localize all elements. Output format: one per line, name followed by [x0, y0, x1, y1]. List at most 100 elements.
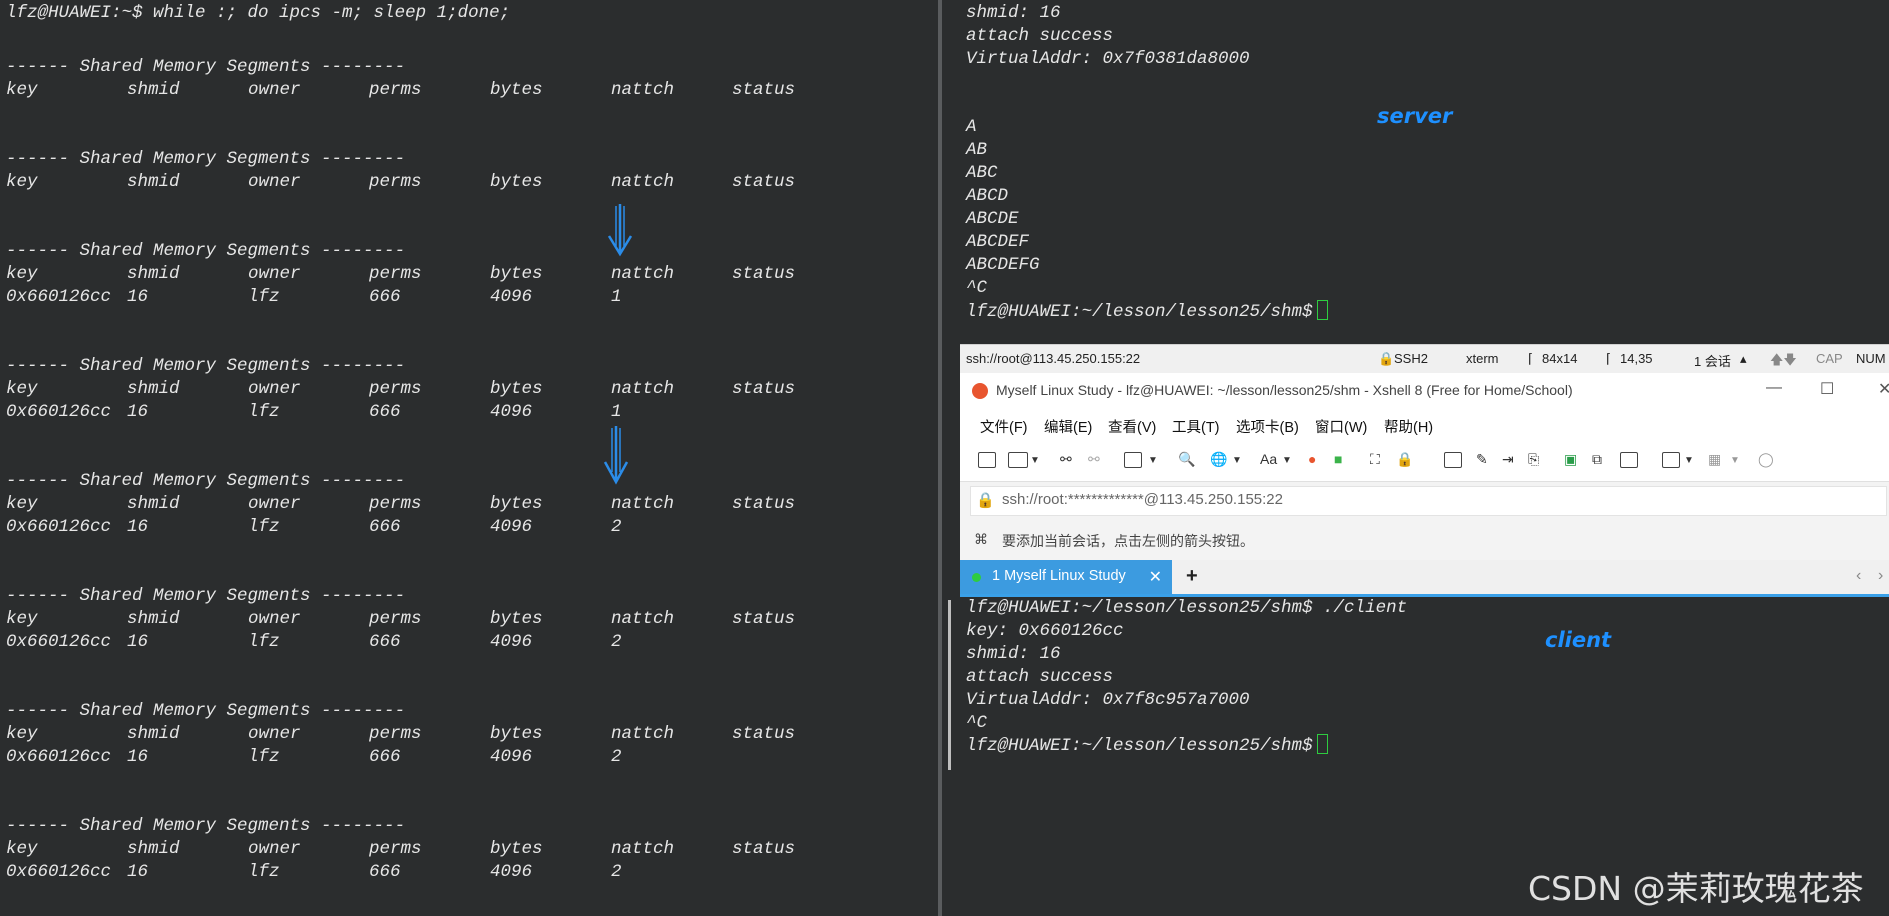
close-tab-icon[interactable]: ✕ — [1149, 567, 1162, 587]
lock-icon[interactable]: 🔒 — [1396, 451, 1413, 468]
column-header: status — [732, 264, 796, 284]
scrollbar-thumb[interactable] — [948, 600, 951, 770]
table-cell: 16 — [127, 862, 149, 882]
column-header: shmid — [127, 609, 180, 629]
maximize-icon[interactable]: ☐ — [1820, 379, 1834, 399]
table-row: 0x660126cc 16 lfz 666 4096 1 — [0, 286, 900, 309]
add-tab-button[interactable]: + — [1186, 565, 1198, 588]
compose-icon[interactable]: ✎ — [1476, 451, 1488, 468]
minimize-icon[interactable]: — — [1766, 379, 1782, 397]
left-terminal[interactable]: lfz@HUAWEI:~$ while :; do ipcs -m; sleep… — [0, 0, 938, 916]
xshell-app-icon — [972, 383, 988, 399]
column-header: owner — [248, 80, 301, 100]
add-session-icon[interactable]: ⌘ — [974, 531, 988, 548]
table-cell: 4096 — [490, 287, 533, 307]
table-row: 0x660126cc 16 lfz 666 4096 2 — [0, 746, 900, 769]
column-header: owner — [248, 172, 301, 192]
transfer-icon[interactable]: ⇥ — [1502, 451, 1514, 468]
menu-view[interactable]: 查看(V) — [1108, 416, 1156, 437]
column-header: perms — [369, 609, 422, 629]
font-button[interactable]: Aa — [1260, 451, 1277, 467]
notes-icon[interactable] — [1620, 452, 1638, 468]
layout-icon[interactable]: ▦ — [1708, 451, 1721, 468]
tab-scroll-right-icon[interactable]: › — [1878, 567, 1883, 585]
connected-status-icon — [972, 573, 981, 582]
chevron-down-icon[interactable]: ▼ — [1030, 455, 1040, 466]
server-prompt-line: lfz@HUAWEI:~/lesson/lesson25/shm$ — [966, 300, 1328, 323]
segments-header: ------ Shared Memory Segments -------- — [6, 586, 406, 606]
menu-bar: 文件(F) 编辑(E) 查看(V) 工具(T) 选项卡(B) 窗口(W) 帮助(… — [960, 409, 1889, 441]
column-header: shmid — [127, 839, 180, 859]
unlink-icon[interactable]: ⚯ — [1088, 451, 1100, 468]
help-icon[interactable]: ◯ — [1758, 451, 1774, 468]
xshell-logo-icon[interactable]: ● — [1308, 451, 1316, 467]
script-icon[interactable]: ⎘ — [1528, 451, 1539, 468]
table-cell: 2 — [611, 632, 622, 652]
menu-tools[interactable]: 工具(T) — [1172, 416, 1220, 437]
chevron-down-icon[interactable]: ▼ — [1730, 455, 1740, 466]
column-header: status — [732, 839, 796, 859]
server-output-line: ABCDEF — [966, 232, 1030, 252]
link-icon[interactable]: ⚯ — [1060, 451, 1072, 468]
column-header: nattch — [611, 264, 675, 284]
globe-icon[interactable]: 🌐 — [1210, 451, 1227, 468]
column-header: owner — [248, 494, 301, 514]
table-cell: 0x660126cc — [6, 862, 112, 882]
column-header: owner — [248, 724, 301, 744]
column-header: bytes — [490, 724, 543, 744]
fullscreen-icon[interactable]: ⛶ — [1370, 451, 1380, 468]
search-icon[interactable]: 🔍 — [1178, 451, 1195, 468]
column-header: bytes — [490, 494, 543, 514]
segments-header: ------ Shared Memory Segments -------- — [6, 356, 406, 376]
down-arrow-icon — [607, 204, 633, 257]
up-down-arrows-icon[interactable]: 🡅🡇 — [1770, 351, 1797, 373]
menu-window[interactable]: 窗口(W) — [1315, 416, 1367, 437]
close-icon[interactable]: ✕ — [1878, 379, 1889, 399]
table-cell: 0x660126cc — [6, 402, 112, 422]
new-session-icon[interactable] — [978, 452, 996, 468]
server-output-line: A — [966, 117, 977, 137]
segments-header: ------ Shared Memory Segments -------- — [6, 241, 406, 261]
column-headers: key shmid owner perms bytes nattch status — [0, 608, 900, 631]
status-connection: ssh://root@113.45.250.155:22 — [966, 351, 1141, 366]
address-text: ssh://root:*************@113.45.250.155:… — [1002, 491, 1283, 508]
copy-icon[interactable]: ⧉ — [1592, 451, 1602, 468]
tab-label: 1 Myself Linux Study — [992, 568, 1126, 584]
table-cell: lfz — [248, 287, 280, 307]
column-header: perms — [369, 494, 422, 514]
chevron-down-icon[interactable]: ▼ — [1282, 455, 1292, 466]
menu-help[interactable]: 帮助(H) — [1384, 416, 1433, 437]
client-output-line: lfz@HUAWEI:~/lesson/lesson25/shm$ ./clie… — [966, 598, 1408, 618]
menu-tabs[interactable]: 选项卡(B) — [1236, 416, 1299, 437]
menu-file[interactable]: 文件(F) — [980, 416, 1028, 437]
down-arrow-icon — [603, 426, 629, 485]
table-cell: lfz — [248, 402, 280, 422]
menu-edit[interactable]: 编辑(E) — [1044, 416, 1092, 437]
keyboard-icon[interactable] — [1444, 452, 1462, 468]
table-cell: 4096 — [490, 747, 533, 767]
chevron-down-icon[interactable]: ▼ — [1148, 455, 1158, 466]
table-cell: 0x660126cc — [6, 632, 112, 652]
chevron-down-icon[interactable]: ▼ — [1684, 455, 1694, 466]
window-titlebar[interactable]: Myself Linux Study - lfz@HUAWEI: ~/lesso… — [960, 373, 1889, 409]
tab-myself-linux-study[interactable]: 1 Myself Linux Study ✕ — [960, 560, 1172, 594]
table-cell: 666 — [369, 287, 401, 307]
client-output-line: key: 0x660126cc — [966, 621, 1124, 641]
column-header: nattch — [611, 80, 675, 100]
log-icon[interactable]: ▣ — [1564, 451, 1577, 468]
tab-scroll-left-icon[interactable]: ‹ — [1856, 567, 1861, 585]
column-header: status — [732, 724, 796, 744]
lock-icon: 🔒 — [976, 492, 995, 509]
open-folder-icon[interactable] — [1008, 452, 1028, 468]
xftp-icon[interactable]: ■ — [1334, 451, 1342, 467]
column-header: nattch — [611, 839, 675, 859]
new-tab-icon[interactable] — [1662, 452, 1680, 468]
server-terminal[interactable]: shmid: 16 attach success VirtualAddr: 0x7f… — [960, 0, 1889, 344]
table-cell: 16 — [127, 517, 149, 537]
column-header: status — [732, 379, 796, 399]
column-header: bytes — [490, 264, 543, 284]
chevron-down-icon[interactable]: ▼ — [1232, 455, 1242, 466]
properties-icon[interactable] — [1124, 452, 1142, 468]
tab-bar: 1 Myself Linux Study ✕ + ‹ › — [960, 560, 1889, 597]
status-sessions: 1 会话 — [1694, 354, 1731, 369]
